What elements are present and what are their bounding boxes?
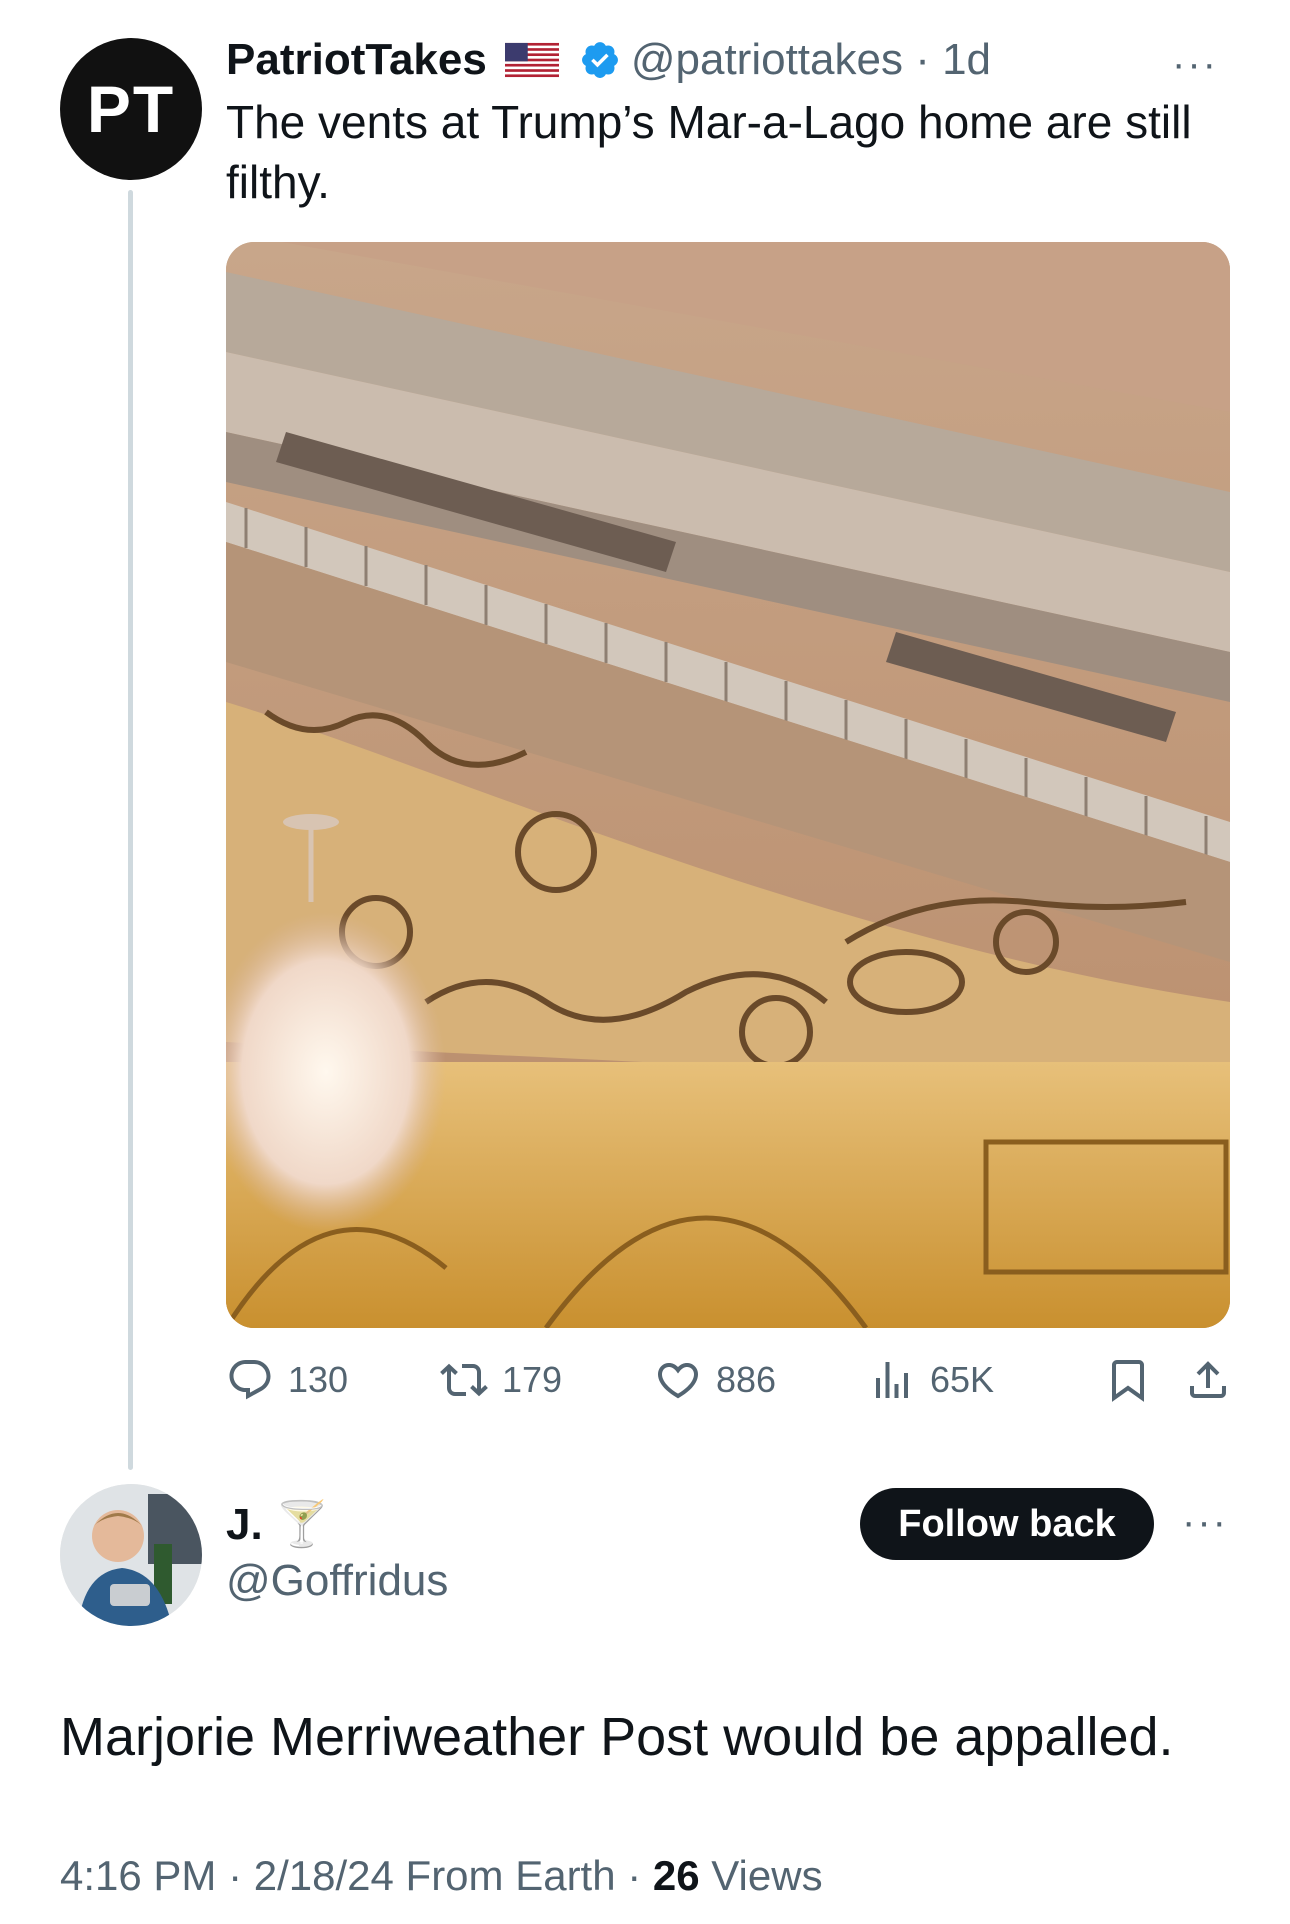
bookmark-button[interactable] [1104,1340,1152,1420]
more-options-icon[interactable]: ··· [1172,42,1218,87]
patriottakes-avatar[interactable]: PT [60,38,202,180]
views-chart-icon [876,1362,908,1398]
goffridus-avatar[interactable] [60,1484,202,1626]
reply-metadata: 4:16 PM · 2/18/24 From Earth · 26 Views [60,1852,823,1900]
reply-button[interactable]: 130 [226,1340,348,1420]
heart-icon [657,1363,699,1399]
tweet-text: The vents at Trump’s Mar-a-Lago home are… [226,96,1192,208]
us-flag-icon [504,42,559,78]
views-button[interactable]: 65K [868,1340,994,1420]
author-display-name[interactable]: PatriotTakes [226,35,487,85]
verified-badge-icon [581,42,618,78]
repost-count: 179 [502,1359,563,1400]
bookmark-icon [1112,1360,1144,1402]
reply-views-count: 26 [652,1852,700,1899]
reply-icon [229,1360,271,1400]
reply-text: Marjorie Merriweather Post would be appa… [60,1707,1174,1767]
author-handle-time[interactable]: @patriottakes · 1d [631,35,991,85]
thread-connector-line [128,190,133,1470]
reply-author-handle[interactable]: @Goffridus [226,1556,448,1606]
reply-author-row: J. 🍸 [226,1494,330,1554]
reply-more-options-icon[interactable]: ··· [1182,1500,1228,1545]
reply-views-label: Views [699,1852,823,1899]
like-count: 886 [716,1359,777,1400]
repost-button[interactable]: 179 [440,1340,562,1420]
follow-back-button[interactable]: Follow back [860,1488,1154,1560]
tweet-photo[interactable] [226,242,1230,1328]
views-count: 65K [930,1359,995,1400]
tweet-action-bar: 130 179 886 65K [226,1340,1232,1420]
timestamp-source[interactable]: 4:16 PM · 2/18/24 From Earth · [60,1852,653,1899]
repost-icon [440,1363,488,1397]
reply-count: 130 [288,1359,349,1400]
share-icon [1190,1361,1226,1398]
like-button[interactable]: 886 [654,1340,776,1420]
reply-display-name[interactable]: J. 🍸 [226,1498,330,1550]
share-button[interactable] [1184,1340,1232,1420]
tweet-header: PatriotTakes @patriottakes · 1d [226,28,991,92]
